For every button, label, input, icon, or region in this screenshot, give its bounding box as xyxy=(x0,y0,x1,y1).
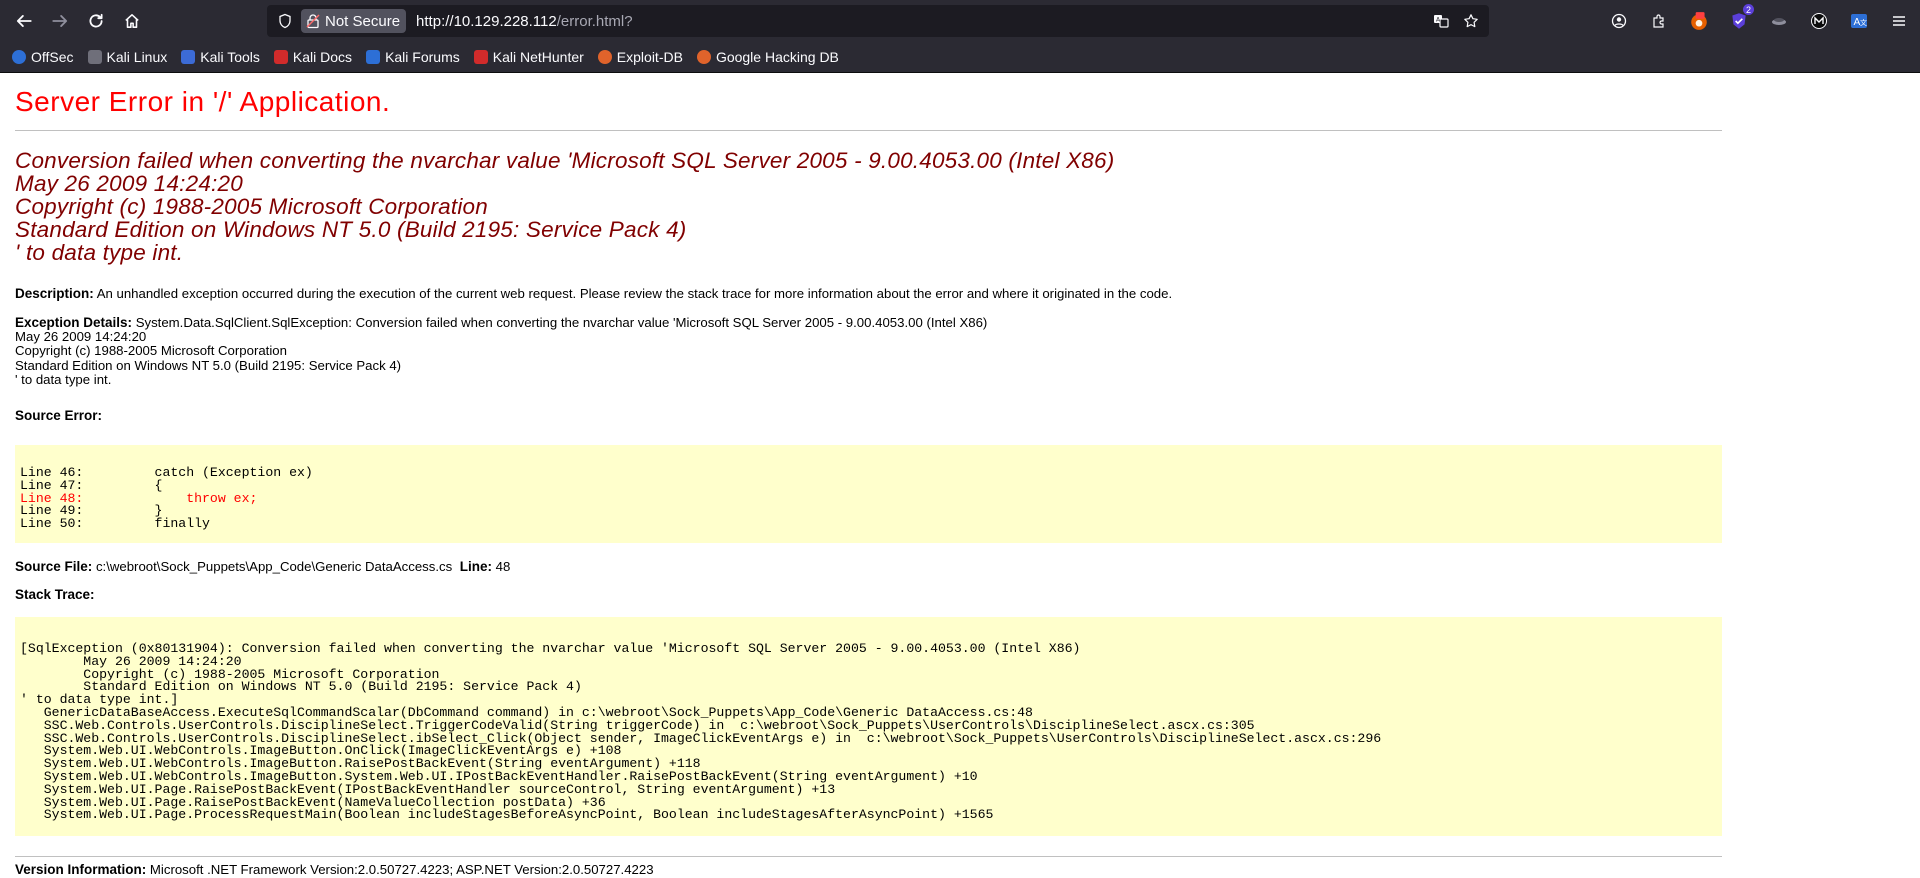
bookmark-kali-tools[interactable]: Kali Tools xyxy=(181,49,260,65)
line-label: Line: xyxy=(452,559,492,574)
error-line: ' to data type int. xyxy=(15,240,184,265)
insecure-lock-icon xyxy=(306,14,320,29)
account-icon[interactable] xyxy=(1606,8,1632,34)
browser-toolbar: Not Secure http://10.129.228.112/error.h… xyxy=(0,0,1920,42)
page-title: Server Error in '/' Application. xyxy=(15,86,391,117)
ublock-extension-icon[interactable]: 2 xyxy=(1726,4,1754,34)
bookmark-exploit-db[interactable]: Exploit-DB xyxy=(597,49,683,65)
kali-forums-icon xyxy=(366,50,381,64)
kali-docs-icon xyxy=(273,50,288,64)
version-divider xyxy=(15,856,1722,858)
description: Description: An unhandled exception occu… xyxy=(15,286,1905,301)
address-bar[interactable]: Not Secure http://10.129.228.112/error.h… xyxy=(267,5,1489,37)
bookmark-kali-nethunter[interactable]: Kali NetHunter xyxy=(473,49,584,65)
bookmark-label: Kali Tools xyxy=(200,49,260,65)
bookmark-label: Exploit-DB xyxy=(616,49,683,65)
bookmark-label: Kali NetHunter xyxy=(492,49,584,65)
stack-trace-label: Stack Trace: xyxy=(15,587,95,602)
bookmark-label: Kali Linux xyxy=(106,49,168,65)
foxyproxy-icon[interactable] xyxy=(1686,8,1712,34)
url-path: /error.html? xyxy=(556,12,633,30)
source-line-highlighted: Line 48: throw ex; xyxy=(20,490,258,506)
extension-badge: 2 xyxy=(1743,4,1754,15)
exception-line: Standard Edition on Windows NT 5.0 (Buil… xyxy=(15,357,402,373)
browser-chrome: Not Secure http://10.129.228.112/error.h… xyxy=(0,0,1920,73)
stack-line: [SqlException (0x80131904): Conversion f… xyxy=(20,641,1081,656)
error-line: Standard Edition on Windows NT 5.0 (Buil… xyxy=(15,217,687,242)
translate-extension-icon[interactable]: A文 xyxy=(1846,8,1872,34)
version-label: Version Information: xyxy=(15,862,147,878)
cookie-editor-icon[interactable] xyxy=(1766,8,1792,34)
bookmark-label: OffSec xyxy=(31,49,74,65)
source-code-box: Line 46: catch (Exception ex) Line 47: {… xyxy=(15,445,1722,543)
bookmark-kali-docs[interactable]: Kali Docs xyxy=(273,49,353,65)
stack-line: Standard Edition on Windows NT 5.0 (Buil… xyxy=(20,679,582,695)
error-line: Copyright (c) 1988-2005 Microsoft Corpor… xyxy=(15,194,488,219)
version-information: Version Information: Microsoft .NET Fram… xyxy=(15,862,1905,877)
exception-details: Exception Details: System.Data.SqlClient… xyxy=(15,315,1905,387)
extensions-puzzle-icon[interactable] xyxy=(1646,8,1672,34)
bookmark-label: Kali Docs xyxy=(292,49,353,65)
error-line: May 26 2009 14:24:20 xyxy=(15,171,243,196)
back-icon[interactable] xyxy=(10,7,38,35)
error-line: Conversion failed when converting the nv… xyxy=(15,148,1115,173)
source-error-label: Source Error: xyxy=(15,408,103,424)
wappalyzer-icon[interactable] xyxy=(1806,8,1832,34)
security-label: Not Secure xyxy=(325,12,401,30)
exploit-db-icon xyxy=(597,50,612,64)
description-text: An unhandled exception occurred during t… xyxy=(93,286,1173,301)
version-text: Microsoft .NET Framework Version:2.0.507… xyxy=(146,862,654,878)
source-line: Line 46: catch (Exception ex) xyxy=(20,465,313,481)
exception-line: ' to data type int. xyxy=(15,371,112,387)
url-text[interactable]: http://10.129.228.112/error.html? xyxy=(416,13,633,30)
error-page: Server Error in '/' Application. Convers… xyxy=(0,72,1920,877)
bookmark-kali-forums[interactable]: Kali Forums xyxy=(366,49,460,65)
exception-text: System.Data.SqlClient.SqlException: Conv… xyxy=(132,315,988,330)
title-divider xyxy=(15,130,1722,131)
source-file-path: c:\webroot\Sock_Puppets\App_Code\Generic… xyxy=(92,559,453,574)
offsec-icon xyxy=(12,50,26,64)
nethunter-icon xyxy=(473,50,488,64)
exception-line: May 26 2009 14:24:20 xyxy=(15,329,147,345)
ghdb-icon xyxy=(696,50,711,64)
reload-icon[interactable] xyxy=(82,7,110,35)
source-line: Line 47: { xyxy=(20,477,163,493)
menu-hamburger-icon[interactable] xyxy=(1886,8,1912,34)
translate-icon[interactable]: A xyxy=(1431,11,1451,31)
source-line: Line 50: finally xyxy=(20,516,210,532)
bookmark-google-hacking-db[interactable]: Google Hacking DB xyxy=(696,49,839,65)
svg-text:文: 文 xyxy=(1860,18,1867,27)
source-file: Source File: c:\webroot\Sock_Puppets\App… xyxy=(15,559,1905,574)
bookmark-label: Kali Forums xyxy=(385,49,460,65)
line-number: 48 xyxy=(491,559,511,574)
bookmark-star-icon[interactable] xyxy=(1461,11,1481,31)
bookmark-kali-linux[interactable]: Kali Linux xyxy=(87,49,168,65)
bookmark-offsec[interactable]: OffSec xyxy=(12,49,74,65)
url-host: http://10.129.228.112 xyxy=(416,12,557,30)
source-file-label: Source File: xyxy=(15,559,93,574)
stack-trace-box: [SqlException (0x80131904): Conversion f… xyxy=(15,617,1722,837)
source-line: Line 49: } xyxy=(20,503,163,519)
security-indicator[interactable]: Not Secure xyxy=(301,9,407,33)
bookmark-label: Google Hacking DB xyxy=(715,49,839,65)
exception-line: Copyright (c) 1988-2005 Microsoft Corpor… xyxy=(15,343,287,359)
kali-dragon-icon xyxy=(87,50,102,64)
exception-label: Exception Details: xyxy=(15,315,133,330)
error-message: Conversion failed when converting the nv… xyxy=(15,149,1905,264)
stack-line: System.Web.UI.Page.ProcessRequestMain(Bo… xyxy=(20,807,994,823)
home-icon[interactable] xyxy=(118,7,146,35)
forward-icon[interactable] xyxy=(46,7,74,35)
description-label: Description: xyxy=(15,286,94,301)
kali-tools-icon xyxy=(181,50,196,64)
bookmarks-toolbar: OffSec Kali Linux Kali Tools Kali Docs K… xyxy=(0,42,1920,72)
shield-icon[interactable] xyxy=(275,11,295,31)
